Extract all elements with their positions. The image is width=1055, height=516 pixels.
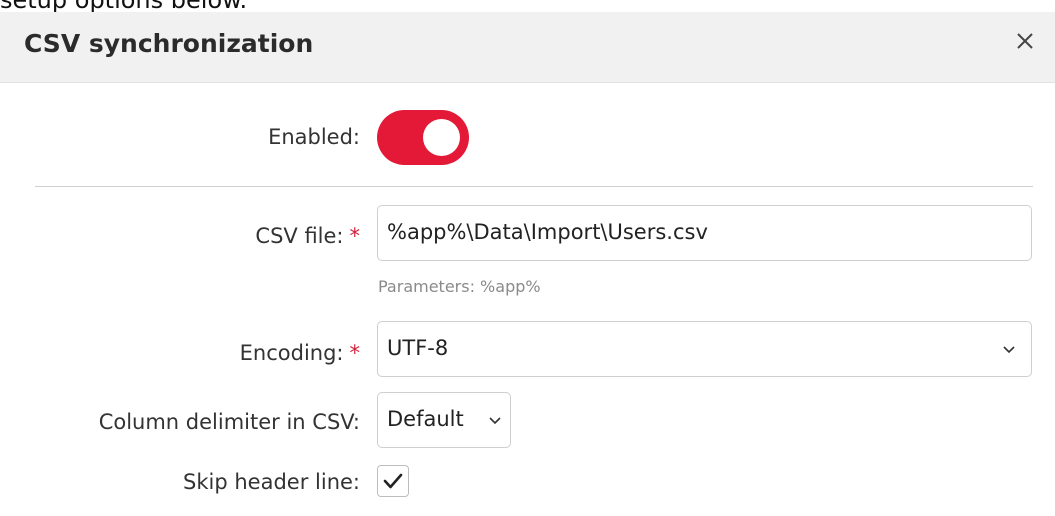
csv-file-hint: Parameters: %app% — [378, 277, 541, 296]
encoding-select[interactable]: UTF-8 — [377, 321, 1032, 377]
chevron-down-icon — [489, 417, 501, 425]
close-button[interactable] — [1010, 26, 1040, 56]
column-delimiter-value: Default — [387, 407, 464, 431]
csv-sync-dialog: CSV synchronization Enabled: CSV file: * … — [0, 12, 1055, 516]
encoding-label: Encoding: * — [239, 341, 361, 365]
divider — [35, 186, 1033, 187]
toggle-knob — [423, 119, 460, 156]
required-mark: * — [349, 341, 361, 365]
required-mark: * — [349, 224, 361, 248]
checkmark-icon — [383, 473, 403, 489]
skip-header-checkbox[interactable] — [377, 465, 409, 497]
chevron-down-icon — [1003, 346, 1015, 354]
csv-file-input[interactable]: %app%\Data\Import\Users.csv — [377, 205, 1032, 261]
skip-header-label: Skip header line: — [183, 470, 360, 494]
csv-file-value: %app%\Data\Import\Users.csv — [387, 220, 708, 244]
column-delimiter-label: Column delimiter in CSV: — [98, 410, 360, 434]
enabled-label: Enabled: — [268, 125, 360, 149]
csv-file-label: CSV file: * — [255, 224, 360, 248]
dialog-title: CSV synchronization — [24, 29, 314, 58]
encoding-value: UTF-8 — [387, 336, 449, 360]
column-delimiter-select[interactable]: Default — [377, 392, 511, 448]
close-icon — [1017, 33, 1033, 49]
enabled-toggle[interactable] — [377, 110, 469, 165]
dialog-header: CSV synchronization — [0, 12, 1055, 83]
